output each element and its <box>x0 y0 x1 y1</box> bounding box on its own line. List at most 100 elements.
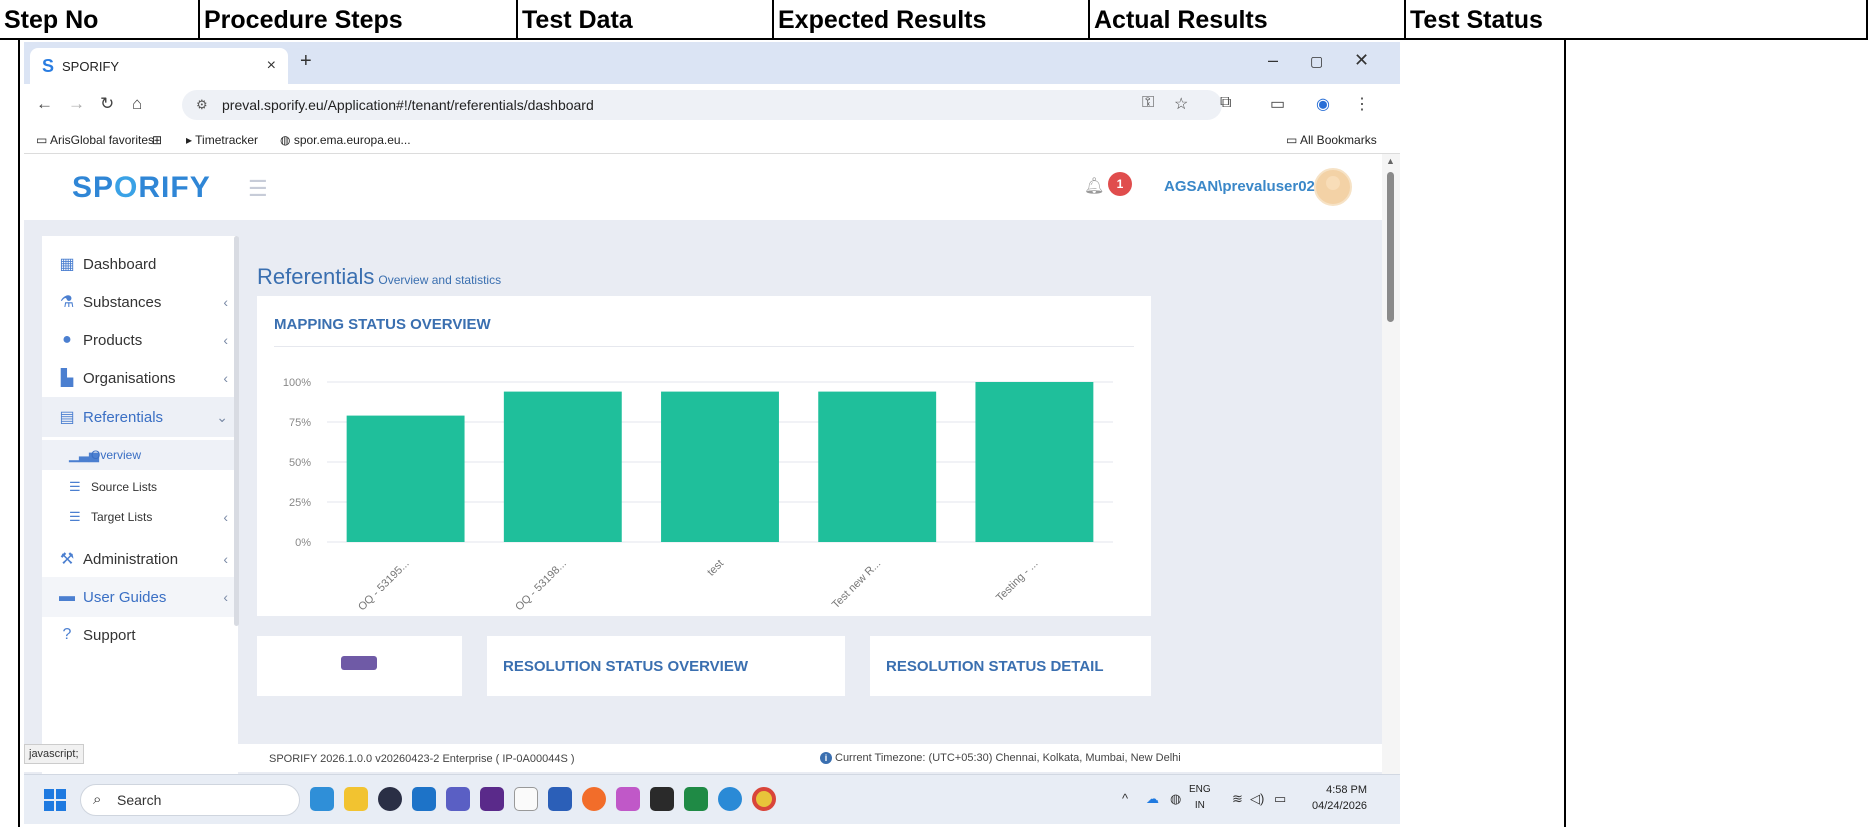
bookmark-timetracker[interactable]: ▸ Timetracker <box>186 133 258 147</box>
bookmark-spor-ema[interactable]: ◍ spor.ema.europa.eu... <box>280 133 411 147</box>
factory-icon: ▙ <box>60 370 74 387</box>
table-border-left <box>18 40 20 827</box>
restore-icon[interactable]: ▢ <box>1310 53 1323 70</box>
notification-badge[interactable]: 1 <box>1108 172 1132 196</box>
browser-tab-bar: S SPORIFY × + – ▢ ✕ <box>24 42 1400 84</box>
user-name[interactable]: AGSAN\prevaluser02 <box>1164 178 1315 195</box>
edge-icon[interactable] <box>718 787 742 811</box>
battery-icon[interactable]: ▭ <box>1274 791 1286 807</box>
key-icon[interactable]: ⚿ <box>1142 94 1154 112</box>
onedrive-icon[interactable]: ☁ <box>1146 791 1159 807</box>
back-icon[interactable]: ← <box>36 94 53 114</box>
sidebar-item-support[interactable]: ? Support <box>42 615 238 655</box>
address-bar[interactable]: ⚙ preval.sporify.eu/Application#!/tenant… <box>182 90 1222 120</box>
home-icon[interactable]: ⌂ <box>132 94 142 114</box>
onenote-icon[interactable] <box>480 787 504 811</box>
volume-icon[interactable]: ◁) <box>1250 791 1264 807</box>
copilot-icon[interactable] <box>310 787 334 811</box>
word-icon[interactable] <box>548 787 572 811</box>
chevron-left-icon: ‹ <box>223 332 228 348</box>
avatar[interactable] <box>1314 168 1352 206</box>
bell-icon[interactable]: 🔔︎ <box>1084 176 1104 196</box>
notepad-icon[interactable] <box>514 787 538 811</box>
mapping-status-card: MAPPING STATUS OVERVIEW 0% 25% 50% 75% 100% O… <box>257 296 1151 616</box>
bar-chart-icon: ▁▃▅ <box>69 447 99 462</box>
y-tick-label: 25% <box>289 497 311 509</box>
wrench-icon: ⚒ <box>59 551 75 568</box>
card-title: MAPPING STATUS OVERVIEW <box>274 316 491 333</box>
scroll-up-icon[interactable]: ▲ <box>1386 156 1395 166</box>
app-icon[interactable] <box>378 787 402 811</box>
chevron-up-icon[interactable]: ^ <box>1122 791 1128 806</box>
star-icon[interactable]: ☆ <box>1174 94 1188 114</box>
sidebar-subitem-overview[interactable]: ▁▃▅ Overview <box>42 440 238 470</box>
profile-icon[interactable]: ◉ <box>1316 94 1330 114</box>
list-box-icon: ▤ <box>59 409 75 426</box>
dashboard-icon: ▦ <box>59 256 75 273</box>
sidebar-item-organisations[interactable]: ▙ Organisations ‹ <box>42 358 238 398</box>
sidebar-item-substances[interactable]: ⚗ Substances ‹ <box>42 282 238 322</box>
taskbar-search[interactable]: ⌕ Search <box>80 784 300 816</box>
wifi-icon[interactable]: ≋ <box>1232 791 1243 807</box>
m365-icon[interactable] <box>616 787 640 811</box>
new-tab-button[interactable]: + <box>300 50 312 73</box>
x-tick-label: OQ - 53195... <box>356 558 412 612</box>
taskbar-clock[interactable]: 4:58 PM 04/24/2026 <box>1312 782 1367 814</box>
outlook-icon[interactable] <box>412 787 436 811</box>
sidebar-item-administration[interactable]: ⚒ Administration ‹ <box>42 539 238 579</box>
chevron-left-icon: ‹ <box>223 509 228 525</box>
teams-icon[interactable] <box>446 787 470 811</box>
reading-list-icon[interactable]: ▭ <box>1270 94 1285 114</box>
page-scrollbar[interactable]: ▲ ▼ <box>1382 154 1400 794</box>
sporify-logo[interactable]: SPORIFY <box>72 171 211 205</box>
tab-close-icon[interactable]: × <box>267 57 276 75</box>
network-icon[interactable]: ◍ <box>1170 791 1181 807</box>
file-explorer-icon[interactable] <box>344 787 368 811</box>
sidebar-scrollbar[interactable] <box>234 236 239 626</box>
sidebar-item-user-guides[interactable]: ▬ User Guides ‹ <box>42 577 238 617</box>
flask-icon: ⚗ <box>59 294 75 311</box>
header-actual-results: Actual Results <box>1088 0 1404 40</box>
table-border-right <box>1564 40 1566 827</box>
hamburger-menu-icon[interactable]: ☰ <box>248 176 268 202</box>
bar-2[interactable] <box>661 391 779 542</box>
embedded-screenshot: S SPORIFY × + – ▢ ✕ ← → ↻ ⌂ ⚙ preval.spo… <box>24 42 1400 824</box>
menu-kebab-icon[interactable]: ⋮ <box>1354 94 1370 114</box>
header-step-no: Step No <box>4 6 99 34</box>
close-window-icon[interactable]: ✕ <box>1354 50 1369 71</box>
site-info-icon[interactable]: ⚙ <box>196 90 208 120</box>
sporify-favicon-icon: S <box>42 55 55 76</box>
chrome-icon[interactable] <box>752 787 776 811</box>
resolution-status-overview-card: RESOLUTION STATUS OVERVIEW <box>487 636 845 696</box>
card3-title: RESOLUTION STATUS DETAIL <box>886 658 1104 675</box>
compass-icon[interactable] <box>582 787 606 811</box>
all-bookmarks[interactable]: ▭ All Bookmarks <box>1286 133 1377 147</box>
bar-0[interactable] <box>346 415 465 542</box>
extensions-icon[interactable]: ⧉ <box>1220 94 1231 112</box>
browser-tab[interactable]: S SPORIFY × <box>30 48 288 84</box>
purple-chip <box>341 656 377 670</box>
doc-table-header: Step No Procedure Steps Test Data Expect… <box>0 0 1868 40</box>
bar-3[interactable] <box>818 391 937 542</box>
mapping-status-chart: 0% 25% 50% 75% 100% OQ - 53195... OQ - 53198..… <box>283 377 1113 612</box>
bar-1[interactable] <box>503 391 622 542</box>
bookmark-arisglobal[interactable]: ▭ ArisGlobal favorites <box>36 133 154 147</box>
sidebar-subitem-target-lists[interactable]: ☰ Target Lists ‹ <box>42 502 238 532</box>
scroll-thumb[interactable] <box>1387 172 1394 322</box>
reload-icon[interactable]: ↻ <box>100 94 114 114</box>
forward-icon[interactable]: → <box>68 94 85 114</box>
windows-taskbar: ⌕ Search ^ ☁ ◍ ENG IN ≋ ◁) ▭ 4:58 PM 04/24… <box>24 774 1400 824</box>
windows-start-icon[interactable] <box>44 789 66 811</box>
sidebar-item-referentials[interactable]: ▤ Referentials ⌄ <box>42 397 238 437</box>
url-text: preval.sporify.eu/Application#!/tenant/r… <box>222 97 594 113</box>
header-test-data: Test Data <box>516 0 772 40</box>
minimize-icon[interactable]: – <box>1268 50 1278 71</box>
excel-icon[interactable] <box>684 787 708 811</box>
bar-4[interactable] <box>975 382 1094 542</box>
sticky-notes-icon[interactable] <box>650 787 674 811</box>
sidebar-item-dashboard[interactable]: ▦ Dashboard <box>42 244 238 284</box>
sidebar-subitem-source-lists[interactable]: ☰ Source Lists <box>42 472 238 502</box>
language-indicator[interactable]: ENG IN <box>1189 782 1211 814</box>
sidebar-item-products[interactable]: ● Products ‹ <box>42 320 238 360</box>
apps-grid-icon[interactable]: ⊞ <box>152 133 162 147</box>
